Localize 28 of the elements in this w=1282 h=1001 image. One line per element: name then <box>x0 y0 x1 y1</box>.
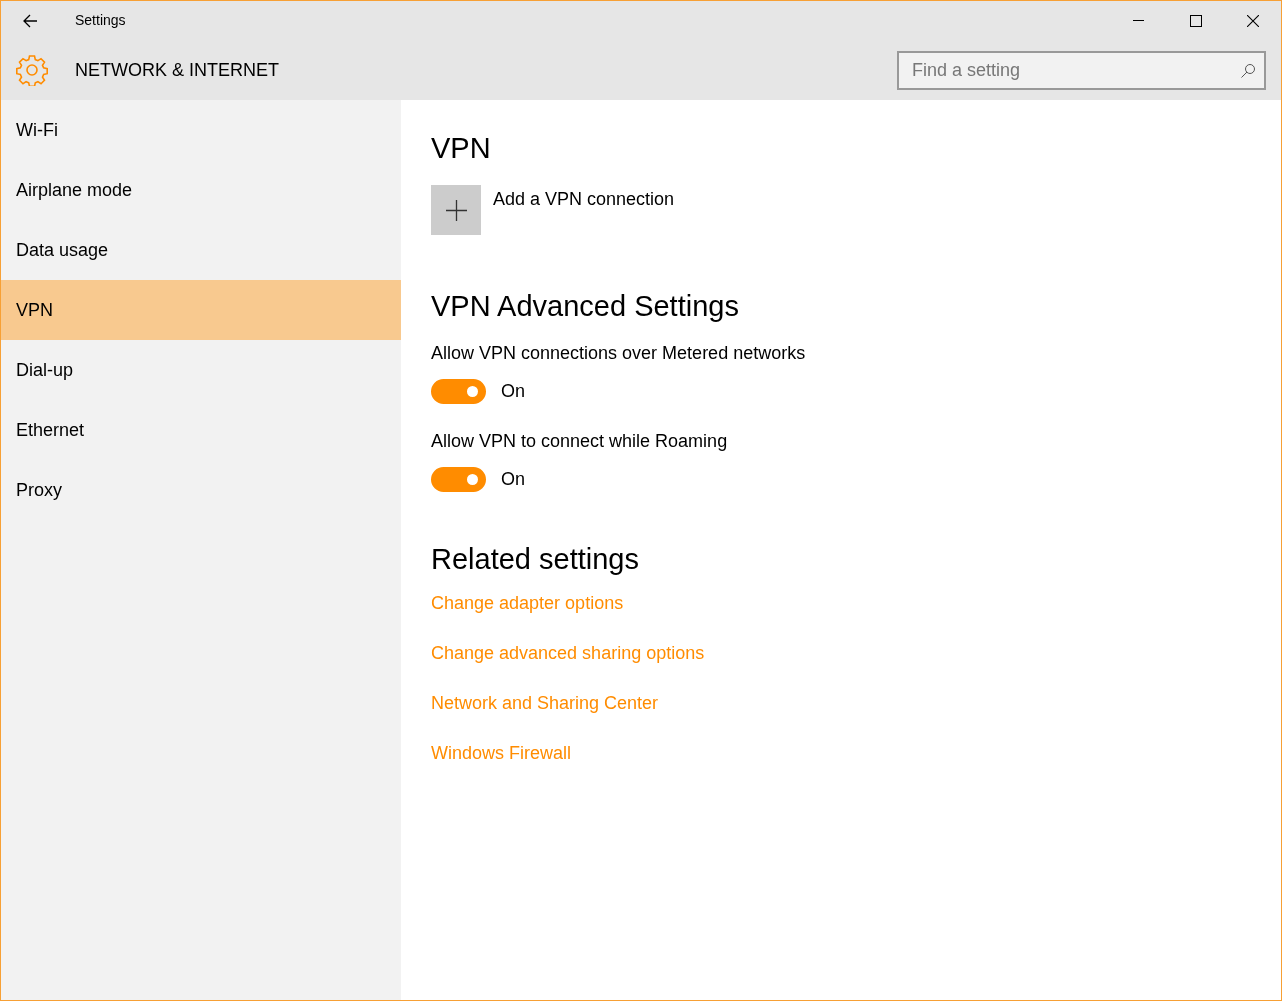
search-icon <box>1240 62 1256 79</box>
window-title: Settings <box>75 11 126 30</box>
sidebar-item[interactable]: Dial-up <box>1 340 401 400</box>
section-heading: VPN Advanced Settings <box>431 289 740 324</box>
search-field[interactable]: Find a setting <box>897 50 1266 90</box>
sidebar-item[interactable]: Data usage <box>1 220 401 280</box>
toggle-switch[interactable] <box>431 379 486 404</box>
back-arrow-icon <box>22 13 38 28</box>
close-icon <box>1246 14 1259 27</box>
plus-icon <box>445 199 467 221</box>
toggle-state: On <box>501 468 525 491</box>
gear-icon <box>16 54 48 86</box>
section-title: NETWORK & INTERNET <box>75 58 279 82</box>
minimize-icon <box>1133 20 1144 21</box>
toggle-state: On <box>501 380 525 403</box>
section-heading: Related settings <box>431 542 640 577</box>
toggle-switch[interactable] <box>431 467 486 492</box>
sidebar-item[interactable]: VPN <box>1 280 401 340</box>
add-vpn-button[interactable] <box>431 185 481 235</box>
add-vpn-label[interactable]: Add a VPN connection <box>493 187 675 235</box>
sidebar-item[interactable]: Proxy <box>1 460 401 520</box>
toggle-label: Allow VPN to connect while Roaming <box>431 430 729 453</box>
toggle-label: Allow VPN connections over Metered networks <box>431 342 807 365</box>
maximize-icon <box>1189 14 1202 27</box>
sidebar-item[interactable]: Airplane mode <box>1 160 401 220</box>
page-heading: VPN <box>431 131 492 166</box>
sidebar-item[interactable]: Wi-Fi <box>1 100 401 160</box>
sidebar-item[interactable]: Ethernet <box>1 400 401 460</box>
